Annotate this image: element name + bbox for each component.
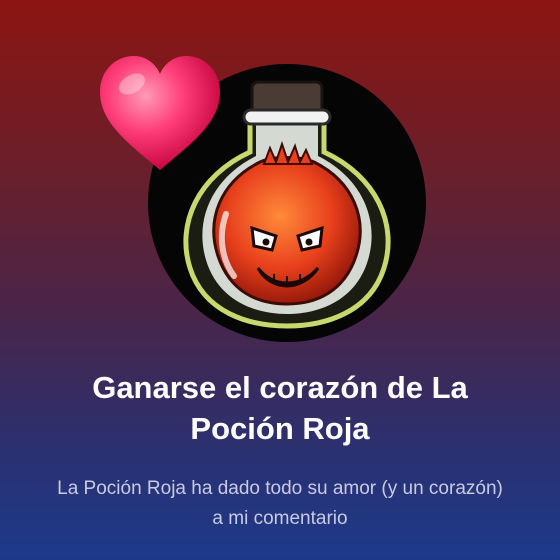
achievement-description: La Poción Roja ha dado todo su amor (y u… [57,478,503,529]
heart-icon [100,56,220,170]
achievement-card: Ganarse el corazón de La Poción Roja La … [0,0,560,560]
achievement-title: Ganarse el corazón de La Poción Roja [92,370,468,446]
